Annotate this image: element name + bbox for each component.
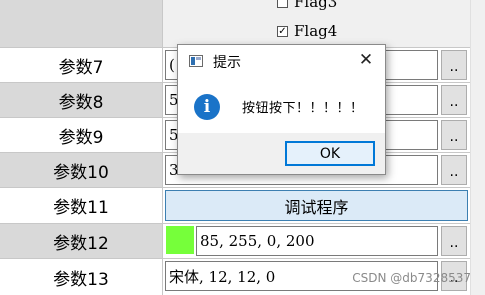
dialog-title: 提示 — [213, 55, 241, 71]
flags-row: Flag3 ✓ Flag4 — [0, 0, 470, 47]
param12-field[interactable]: 85, 255, 0, 200 — [196, 226, 438, 256]
flag3-label: Flag3 — [294, 0, 338, 11]
ok-button[interactable]: OK — [285, 141, 375, 166]
param12-row: 参数12 85, 255, 0, 200 .. — [0, 224, 470, 258]
flags-row-label — [0, 0, 163, 47]
param12-label: 参数12 — [0, 224, 163, 258]
flag3-checkbox[interactable]: Flag3 — [277, 0, 338, 11]
flag4-checkbox-box[interactable]: ✓ — [277, 25, 288, 37]
param8-browse-button[interactable]: .. — [441, 85, 467, 115]
param12-browse-button[interactable]: .. — [441, 226, 467, 256]
param13-label: 参数13 — [0, 259, 163, 295]
debug-program-button[interactable]: 调试程序 — [165, 190, 468, 221]
watermark: CSDN @db7328537 — [352, 271, 471, 285]
color-swatch[interactable] — [166, 226, 194, 254]
close-icon[interactable]: ✕ — [357, 51, 375, 69]
dialog-footer: OK — [178, 133, 385, 174]
info-icon: i — [194, 94, 220, 120]
flag3-checkbox-box[interactable] — [277, 0, 288, 8]
flag4-checkbox[interactable]: ✓ Flag4 — [277, 22, 337, 40]
param8-label: 参数8 — [0, 83, 163, 117]
flag4-label: Flag4 — [294, 22, 338, 40]
app-window-icon — [189, 55, 203, 67]
param10-label: 参数10 — [0, 153, 163, 187]
vertical-scrollbar[interactable] — [470, 0, 485, 295]
dialog-titlebar[interactable]: 提示 ✕ — [178, 45, 385, 77]
param10-browse-button[interactable]: .. — [441, 155, 467, 185]
param7-label: 参数7 — [0, 48, 163, 82]
param7-browse-button[interactable]: .. — [441, 50, 467, 80]
message-dialog: 提示 ✕ i 按钮按下！！！！！ OK — [177, 44, 386, 175]
param9-label: 参数9 — [0, 118, 163, 152]
param9-browse-button[interactable]: .. — [441, 120, 467, 150]
dialog-message: 按钮按下！！！！！ — [242, 101, 364, 116]
param11-label: 参数11 — [0, 188, 163, 223]
